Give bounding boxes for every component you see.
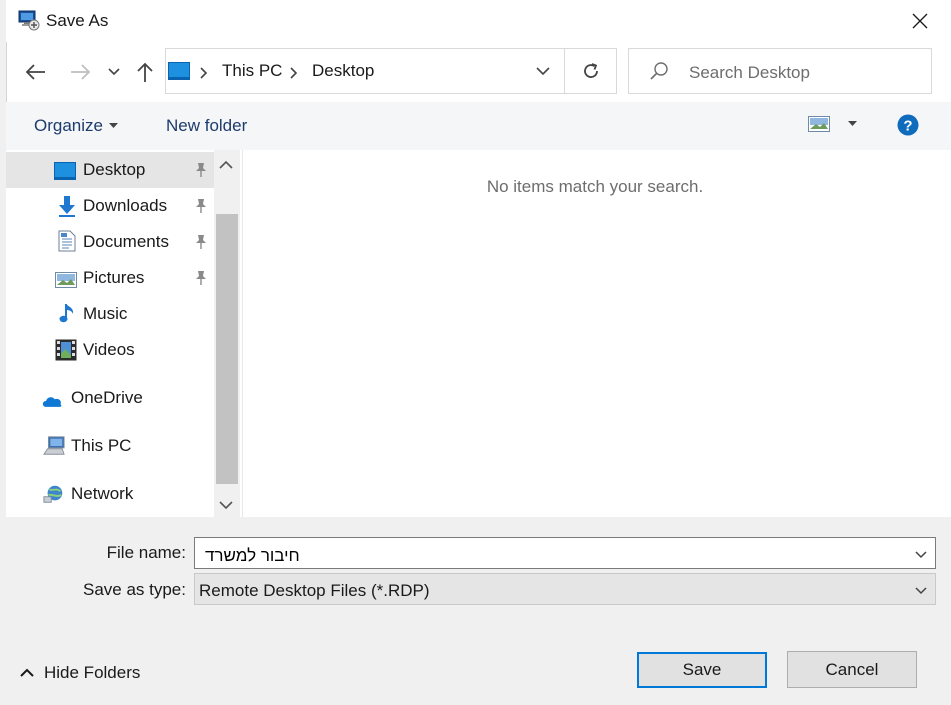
- scroll-up-arrow-icon[interactable]: [218, 158, 234, 176]
- file-name-combobox[interactable]: [194, 537, 936, 569]
- nav-item-documents[interactable]: Documents: [6, 224, 214, 260]
- search-box[interactable]: [628, 48, 932, 94]
- arrow-up-icon: [137, 62, 153, 82]
- pin-icon: [196, 199, 206, 213]
- chevron-up-icon: [20, 668, 34, 677]
- scrollbar-thumb[interactable]: [216, 214, 238, 484]
- chevron-down-icon: [915, 587, 927, 595]
- file-name-input[interactable]: [203, 544, 907, 568]
- computer-icon: [43, 436, 65, 455]
- music-icon: [59, 304, 74, 323]
- organize-label: Organize: [34, 116, 103, 135]
- nav-item-network[interactable]: Network: [6, 476, 214, 512]
- recent-locations-button[interactable]: [104, 57, 124, 87]
- pin-icon: [196, 271, 206, 285]
- view-icon: [808, 116, 830, 132]
- nav-item-label: Music: [83, 304, 128, 323]
- nav-item-label: Documents: [83, 232, 169, 251]
- search-icon: [650, 62, 668, 80]
- help-icon: ?: [897, 114, 919, 136]
- file-name-label: File name:: [106, 543, 186, 562]
- network-icon: [43, 485, 63, 503]
- nav-item-onedrive[interactable]: OneDrive: [6, 380, 214, 416]
- save-as-type-select[interactable]: Remote Desktop Files (*.RDP): [194, 573, 936, 605]
- nav-item-label: Desktop: [83, 160, 146, 179]
- nav-item-desktop[interactable]: Desktop: [6, 152, 214, 188]
- forward-button[interactable]: [66, 57, 96, 87]
- scroll-down-arrow-icon[interactable]: [218, 498, 234, 516]
- window-title: Save As: [46, 11, 109, 30]
- pin-icon: [196, 163, 206, 177]
- pin-icon: [196, 235, 206, 249]
- caret-down-icon: [108, 123, 118, 128]
- nav-item-label: Network: [71, 484, 134, 503]
- arrow-right-icon: [71, 64, 91, 80]
- cancel-button[interactable]: Cancel: [787, 651, 917, 688]
- picture-icon: [55, 272, 77, 288]
- empty-results-message: No items match your search.: [486, 177, 704, 196]
- title-bar: [6, 0, 951, 42]
- file-list-area[interactable]: [242, 150, 951, 517]
- close-icon: [912, 13, 928, 29]
- nav-item-pictures[interactable]: Pictures: [6, 260, 214, 296]
- change-view-button[interactable]: [808, 116, 857, 132]
- caret-down-icon: [848, 121, 857, 126]
- breadcrumb-separator-icon: [290, 66, 298, 84]
- breadcrumb-separator-icon: [200, 66, 208, 84]
- breadcrumb-this-pc[interactable]: This PC: [222, 61, 282, 81]
- chevron-down-icon: [108, 68, 120, 76]
- breadcrumb-desktop[interactable]: Desktop: [312, 61, 374, 81]
- remote-desktop-app-icon: [18, 9, 40, 31]
- refresh-icon: [583, 63, 598, 78]
- chevron-down-icon[interactable]: [913, 546, 929, 562]
- desktop-icon: [168, 62, 190, 80]
- navigation-pane: Desktop Downloads Documents Pictures Mus…: [6, 150, 242, 517]
- help-button[interactable]: ?: [897, 114, 919, 141]
- nav-item-downloads[interactable]: Downloads: [6, 188, 214, 224]
- desktop-icon: [54, 162, 76, 180]
- save-as-type-label: Save as type:: [82, 580, 186, 599]
- nav-item-music[interactable]: Music: [6, 296, 214, 332]
- hide-folders-label: Hide Folders: [44, 663, 141, 682]
- close-button[interactable]: [896, 0, 944, 42]
- document-icon: [58, 230, 76, 252]
- back-button[interactable]: [20, 57, 50, 87]
- nav-item-label: This PC: [71, 436, 132, 455]
- up-button[interactable]: [131, 57, 159, 87]
- video-icon: [55, 339, 77, 361]
- nav-item-label: Videos: [83, 340, 135, 359]
- chevron-down-icon: [535, 66, 550, 75]
- download-icon: [59, 196, 75, 217]
- nav-item-label: OneDrive: [71, 388, 143, 407]
- arrow-left-icon: [25, 64, 45, 80]
- search-input[interactable]: [687, 61, 921, 85]
- save-button[interactable]: Save: [637, 652, 767, 688]
- new-folder-button[interactable]: New folder: [166, 116, 247, 136]
- address-history-dropdown[interactable]: [520, 48, 565, 94]
- cloud-icon: [42, 397, 62, 407]
- nav-item-label: Pictures: [83, 268, 145, 287]
- svg-text:?: ?: [903, 118, 912, 135]
- refresh-button[interactable]: [565, 48, 617, 94]
- save-as-type-value: Remote Desktop Files (*.RDP): [199, 581, 430, 600]
- nav-item-videos[interactable]: Videos: [6, 332, 214, 368]
- nav-item-this-pc[interactable]: This PC: [6, 428, 214, 464]
- nav-item-label: Downloads: [83, 196, 168, 215]
- organize-menu[interactable]: Organize: [34, 116, 118, 136]
- hide-folders-toggle[interactable]: Hide Folders: [20, 663, 140, 683]
